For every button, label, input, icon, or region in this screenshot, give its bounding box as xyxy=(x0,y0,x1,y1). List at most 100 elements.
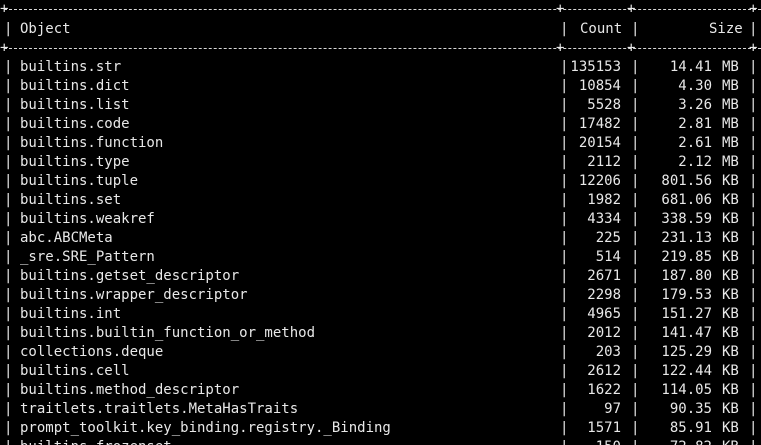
column-separator: | xyxy=(631,382,640,398)
row-unit: KB xyxy=(722,325,739,341)
row-unit: KB xyxy=(722,344,739,360)
row-object: builtins.code xyxy=(20,116,130,132)
row-count: 5528 xyxy=(587,97,621,113)
column-separator: | xyxy=(749,192,758,208)
row-size: 2.12 xyxy=(678,154,712,170)
row-unit: MB xyxy=(722,59,739,75)
column-separator: | xyxy=(4,173,13,189)
column-separator: | xyxy=(4,325,13,341)
column-separator: | xyxy=(4,230,13,246)
table-row: | builtins.function | 20154 | 2.61 MB | xyxy=(0,134,761,153)
table-row: | builtins.tuple | 12206 | 801.56 KB | xyxy=(0,172,761,191)
column-separator: | xyxy=(4,401,13,417)
column-separator: | xyxy=(560,135,569,151)
terminal-window: + + + + | Object | Count | Size | + + + … xyxy=(0,0,761,445)
column-separator: | xyxy=(631,401,640,417)
column-separator: | xyxy=(631,249,640,265)
row-size: 3.26 xyxy=(678,97,712,113)
column-separator: | xyxy=(631,230,640,246)
column-separator: | xyxy=(749,230,758,246)
row-size: 72.82 xyxy=(640,438,712,445)
row-object: _sre.SRE_Pattern xyxy=(20,249,155,265)
table-row: | builtins.code | 17482 | 2.81 MB | xyxy=(0,115,761,134)
column-separator: | xyxy=(749,363,758,379)
row-object: builtins.method_descriptor xyxy=(20,382,240,398)
column-separator: | xyxy=(631,78,640,94)
row-unit: KB xyxy=(722,287,739,303)
column-separator: | xyxy=(560,192,569,208)
column-separator: | xyxy=(631,420,640,436)
column-separator: | xyxy=(749,173,758,189)
row-object: builtins.builtin_function_or_method xyxy=(20,325,316,341)
column-separator: | xyxy=(560,363,569,379)
column-separator: | xyxy=(631,192,640,208)
row-object: builtins.wrapper_descriptor xyxy=(20,287,248,303)
row-count: 17482 xyxy=(578,116,621,132)
column-separator: | xyxy=(560,154,569,170)
column-separator: | xyxy=(4,135,13,151)
row-object: builtins.function xyxy=(20,135,164,151)
row-object: builtins.getset_descriptor xyxy=(20,268,240,284)
row-unit: KB xyxy=(722,438,742,445)
row-unit: KB xyxy=(722,192,739,208)
header-size: Size xyxy=(709,21,743,37)
column-separator: | xyxy=(560,173,569,189)
row-size: 90.35 xyxy=(669,401,712,417)
column-separator: | xyxy=(4,287,13,303)
row-size: 187.80 xyxy=(661,268,712,284)
row-object: collections.deque xyxy=(20,344,164,360)
column-separator: | xyxy=(631,363,640,379)
row-unit: KB xyxy=(722,211,739,227)
column-separator: | xyxy=(4,420,13,436)
column-separator: | xyxy=(560,306,569,322)
column-separator: | xyxy=(749,287,758,303)
row-object: builtins.type xyxy=(20,154,130,170)
column-separator: | xyxy=(4,116,13,132)
row-unit: KB xyxy=(722,420,739,436)
row-size: 2.81 xyxy=(678,116,712,132)
row-object: builtins.str xyxy=(20,59,122,75)
column-separator: | xyxy=(749,211,758,227)
row-object: builtins.tuple xyxy=(20,173,139,189)
table-top-border: + + + + xyxy=(0,0,761,19)
row-size: 125.29 xyxy=(661,344,712,360)
column-separator: | xyxy=(560,230,569,246)
table-row: | builtins.method_descriptor | 1622 | 114.05 K… xyxy=(0,381,761,400)
row-size: 2.61 xyxy=(678,135,712,151)
row-unit: MB xyxy=(722,154,739,170)
column-separator: | xyxy=(631,173,640,189)
header-count: Count xyxy=(580,21,623,37)
row-object: builtins.list xyxy=(20,97,130,113)
column-separator: | xyxy=(560,78,569,94)
row-count: 2112 xyxy=(587,154,621,170)
column-separator: | xyxy=(4,192,13,208)
table-row: | builtins.str | 135153 | 14.41 MB | xyxy=(0,58,761,77)
column-separator: | xyxy=(560,325,569,341)
row-count: 2012 xyxy=(587,325,621,341)
row-count: 4965 xyxy=(587,306,621,322)
column-separator: | xyxy=(631,438,639,445)
column-separator: | xyxy=(749,306,758,322)
table-row: | builtins.cell | 2612 | 122.44 KB | xyxy=(0,362,761,381)
column-separator: | xyxy=(560,382,569,398)
table-header-separator: + + + + xyxy=(0,39,761,58)
row-unit: MB xyxy=(722,116,739,132)
row-unit: MB xyxy=(722,135,739,151)
table-row: | prompt_toolkit.key_binding.registry._Bi… xyxy=(0,419,761,438)
table-row: | builtins.set | 1982 | 681.06 KB | xyxy=(0,191,761,210)
row-unit: MB xyxy=(722,78,739,94)
row-count: 1982 xyxy=(587,192,621,208)
column-separator: | xyxy=(631,211,640,227)
column-separator: | xyxy=(749,116,758,132)
column-separator: | xyxy=(631,116,640,132)
table-row: | builtins.int | 4965 | 151.27 KB | xyxy=(0,305,761,324)
column-separator: | xyxy=(749,249,758,265)
row-count: 514 xyxy=(595,249,621,265)
column-separator: | xyxy=(560,211,569,227)
table-row: | _sre.SRE_Pattern | 514 | 219.85 KB | xyxy=(0,248,761,267)
column-separator: | xyxy=(560,438,568,445)
column-separator: | xyxy=(4,363,13,379)
row-size: 4.30 xyxy=(678,78,712,94)
row-count: 2671 xyxy=(587,268,621,284)
column-separator: | xyxy=(4,154,13,170)
